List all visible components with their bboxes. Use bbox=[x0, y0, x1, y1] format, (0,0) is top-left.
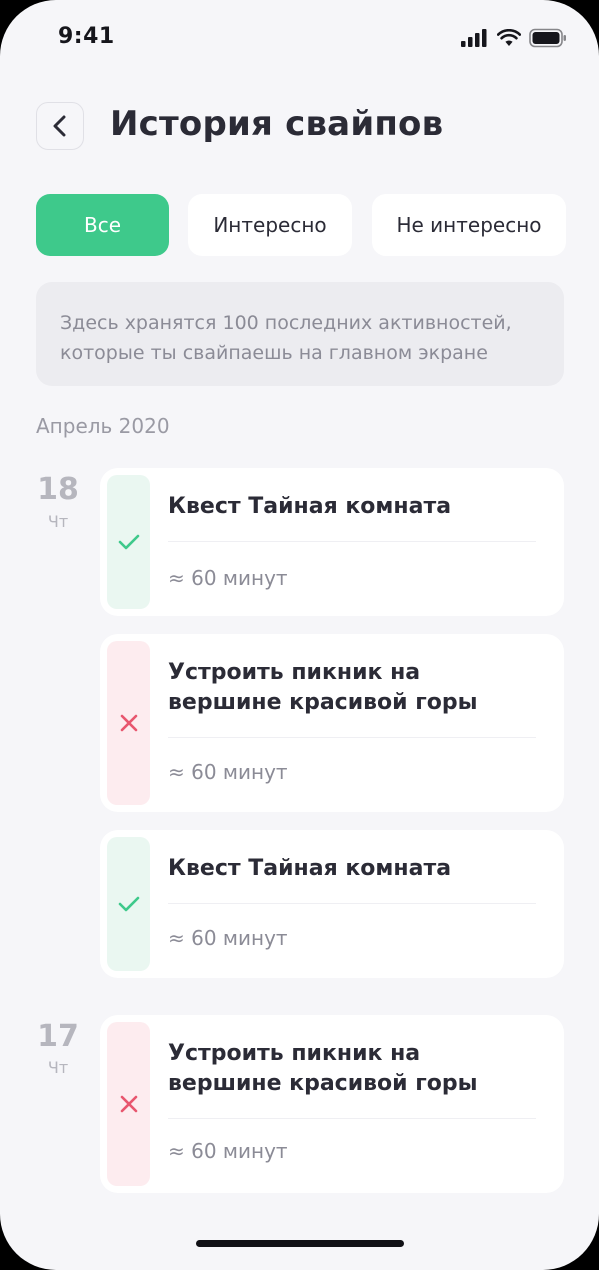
day-weekday: Чт bbox=[47, 512, 69, 531]
card-title: Квест Тайная комната bbox=[168, 856, 452, 881]
cross-icon bbox=[120, 1095, 137, 1113]
status-time: 9:41 bbox=[58, 24, 115, 49]
status-strip-interested bbox=[107, 475, 150, 609]
status-strip-not-interested bbox=[107, 641, 150, 805]
signal-icon bbox=[461, 29, 487, 47]
tab-interesting[interactable]: Интересно bbox=[188, 194, 352, 256]
day-weekday: Чт bbox=[47, 1058, 69, 1077]
wifi-icon bbox=[497, 29, 521, 46]
card-title: Квест Тайная комната bbox=[168, 494, 452, 519]
status-bar: 9:41 bbox=[0, 0, 599, 80]
card-divider bbox=[168, 1118, 536, 1119]
card-divider bbox=[168, 737, 536, 738]
card-divider bbox=[168, 541, 536, 542]
check-icon bbox=[118, 534, 139, 550]
card-duration: ≈ 60 минут bbox=[168, 926, 288, 950]
phone-screen: 9:41 История свайпов Все Интересно Не ин… bbox=[0, 0, 599, 1270]
card-duration: ≈ 60 минут bbox=[168, 1139, 288, 1163]
swipe-card[interactable]: Устроить пикник на вершине красивой горы… bbox=[100, 1015, 564, 1193]
back-button[interactable] bbox=[36, 102, 84, 150]
home-indicator[interactable] bbox=[196, 1240, 404, 1247]
tab-all[interactable]: Все bbox=[36, 194, 169, 256]
filter-tabs: Все Интересно Не интересно bbox=[36, 194, 566, 256]
info-banner: Здесь хранятся 100 последних активностей… bbox=[36, 282, 564, 386]
header: История свайпов bbox=[0, 100, 599, 156]
swipe-card[interactable]: Устроить пикник на вершине красивой горы… bbox=[100, 634, 564, 812]
tab-not-interesting[interactable]: Не интересно bbox=[372, 194, 566, 256]
month-label: Апрель 2020 bbox=[36, 414, 170, 438]
check-icon bbox=[118, 896, 139, 912]
swipe-card[interactable]: Квест Тайная комната ≈ 60 минут bbox=[100, 468, 564, 616]
swipe-card[interactable]: Квест Тайная комната ≈ 60 минут bbox=[100, 830, 564, 978]
cross-icon bbox=[120, 714, 137, 732]
status-strip-not-interested bbox=[107, 1022, 150, 1186]
card-title: Устроить пикник на вершине красивой горы bbox=[168, 1041, 478, 1096]
day-number: 18 bbox=[37, 472, 79, 507]
battery-icon bbox=[529, 28, 566, 48]
card-divider bbox=[168, 903, 536, 904]
status-icons bbox=[461, 27, 567, 49]
status-strip-interested bbox=[107, 837, 150, 971]
chevron-left-icon bbox=[53, 115, 66, 137]
page-title: История свайпов bbox=[110, 104, 444, 144]
card-title: Устроить пикник на вершине красивой горы bbox=[168, 660, 478, 715]
card-duration: ≈ 60 минут bbox=[168, 760, 288, 784]
day-number: 17 bbox=[37, 1019, 79, 1054]
card-duration: ≈ 60 минут bbox=[168, 566, 288, 590]
